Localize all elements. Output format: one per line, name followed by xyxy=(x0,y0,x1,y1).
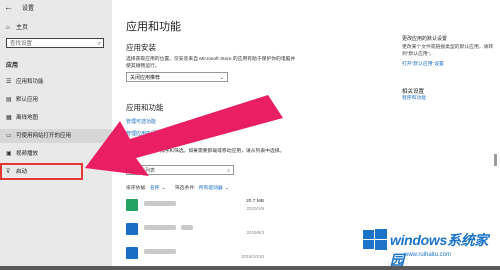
watermark-url: www.ruihaitu.com xyxy=(404,252,452,258)
arrow-shape xyxy=(85,95,283,176)
windows-logo-icon xyxy=(363,229,387,250)
watermark: windows系统家园 www.ruihaitu.com xyxy=(360,224,498,268)
watermark-title: windows系统家园 xyxy=(390,232,489,268)
taskbar xyxy=(0,266,500,270)
